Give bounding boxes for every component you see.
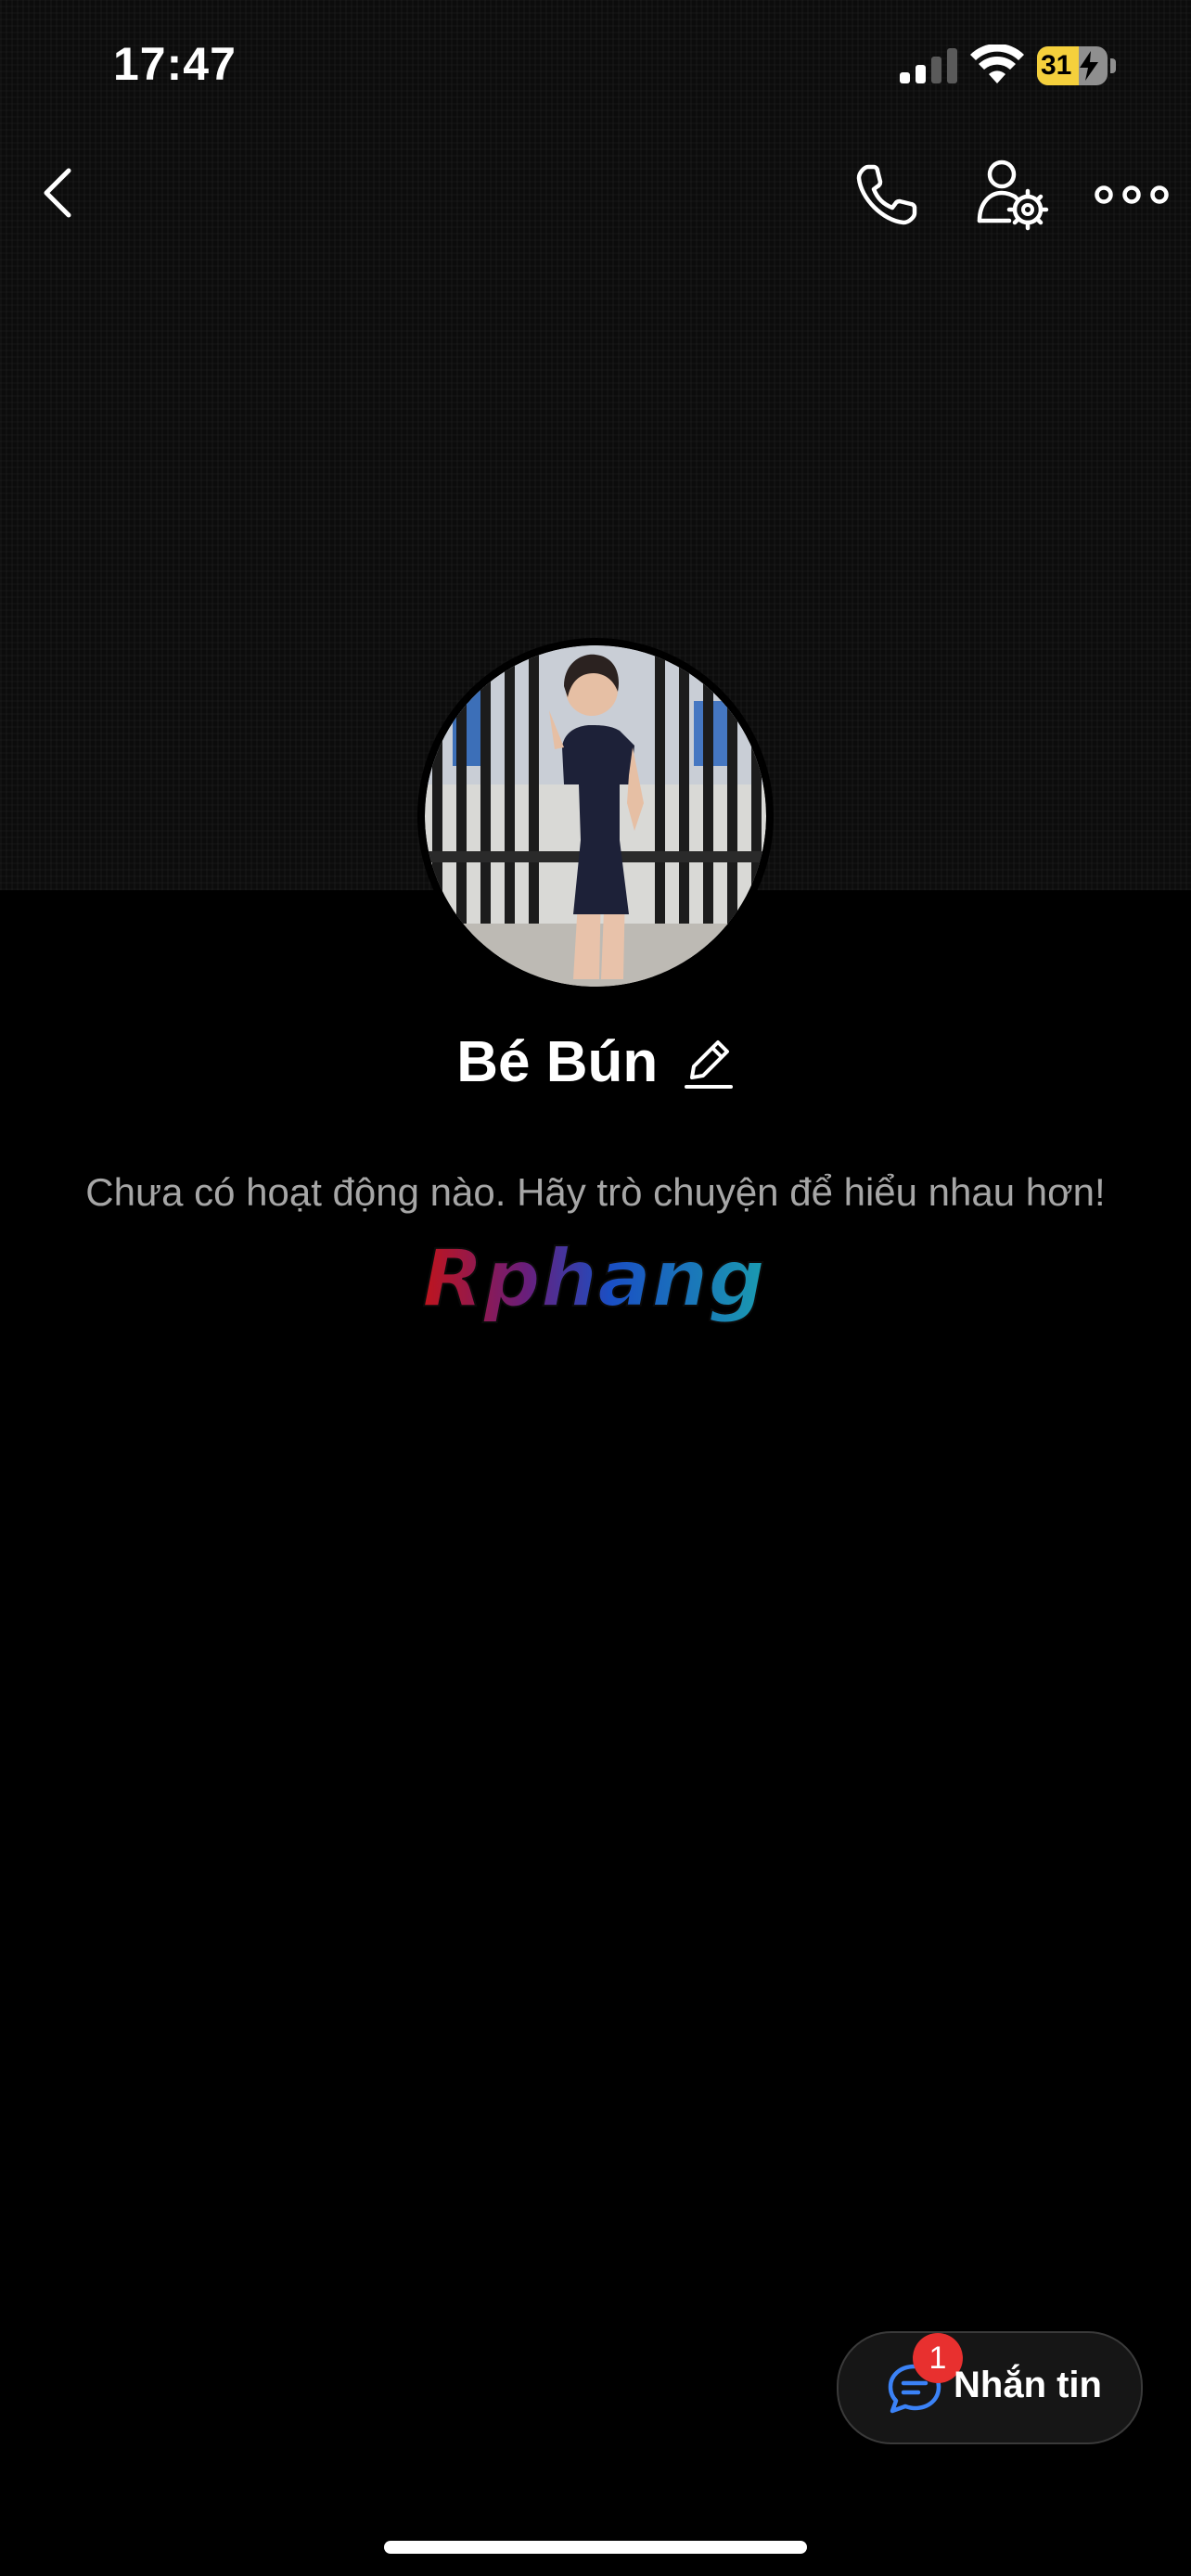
svg-text:Rphang: Rphang (422, 1233, 765, 1325)
profile-name-row: Bé Bún (0, 1029, 1191, 1103)
watermark-logo: Rphang (421, 1233, 766, 1326)
profile-navbar (0, 148, 1191, 241)
send-message-label: Nhắn tin (954, 2365, 1102, 2405)
pencil-icon[interactable] (683, 1035, 735, 1090)
home-indicator[interactable] (384, 2541, 807, 2554)
empty-activity-message: Chưa có hoạt động nào. Hãy trò chuyện để… (85, 1170, 1106, 1214)
status-time: 17:47 (113, 38, 237, 90)
battery-tip (1110, 58, 1116, 73)
wifi-icon (970, 45, 1024, 83)
profile-name: Bé Bún (456, 1030, 659, 1094)
signal-icon (900, 48, 957, 83)
send-message-button[interactable]: 1 Nhắn tin (837, 2331, 1143, 2444)
avatar[interactable] (425, 645, 766, 987)
battery-charging-icon: 31 (1037, 46, 1117, 87)
battery-level: 31 (1041, 50, 1072, 81)
status-bar: 17:47 31 (0, 0, 1191, 139)
avatar-frame (417, 638, 774, 994)
charging-bolt-icon (1080, 51, 1098, 81)
more-dots-icon[interactable] (1095, 169, 1169, 221)
back-chevron-icon[interactable] (32, 165, 87, 221)
phone-call-icon[interactable] (852, 159, 922, 230)
profile-settings-icon[interactable] (976, 158, 1050, 232)
